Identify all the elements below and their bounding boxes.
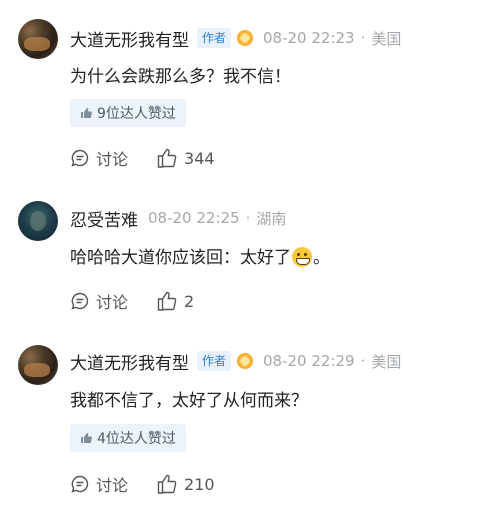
comment-text: 为什么会跌那么多？我不信！ xyxy=(70,67,291,87)
comment-text: 我都不信了，太好了从何而来？ xyxy=(70,391,308,411)
username[interactable]: 大道无形我有型 xyxy=(70,349,189,374)
grin-emoji-icon xyxy=(292,247,312,267)
like-count: 344 xyxy=(184,148,215,168)
avatar[interactable] xyxy=(18,201,58,241)
medal-icon xyxy=(237,30,254,46)
expert-likes-chip[interactable]: 4位达人赞过 xyxy=(70,424,186,452)
thumb-up-outline-icon xyxy=(157,291,177,311)
discuss-label: 讨论 xyxy=(96,293,129,312)
author-badge: 作者 xyxy=(197,351,232,371)
thumb-up-icon xyxy=(81,108,92,118)
discuss-button[interactable]: 讨论 xyxy=(70,146,128,170)
separator-dot: · xyxy=(360,29,366,47)
like-button[interactable]: 344 xyxy=(156,147,215,169)
discuss-label: 讨论 xyxy=(96,150,129,169)
comment-actions: 讨论 2 xyxy=(70,288,222,314)
comment-text: 哈哈哈大道你应该回：太好了 。 xyxy=(70,243,330,268)
comment-actions: 讨论 344 xyxy=(70,145,243,171)
location: 湖南 xyxy=(256,209,287,228)
comment-header: 大道无形我有型 作者 08-20 22:23 · 美国 xyxy=(70,26,402,51)
thumb-up-icon xyxy=(81,433,92,443)
thumb-up-outline-icon xyxy=(157,148,177,168)
comment-header: 大道无形我有型 作者 08-20 22:29 · 美国 xyxy=(70,349,402,374)
like-button[interactable]: 210 xyxy=(156,473,215,495)
separator-dot: · xyxy=(360,352,366,370)
username[interactable]: 忍受苦难 xyxy=(70,206,138,231)
comment-bubble-icon xyxy=(71,149,89,167)
author-badge: 作者 xyxy=(197,28,232,48)
medal-icon xyxy=(237,353,254,369)
comment-bubble-icon xyxy=(71,292,89,310)
discuss-button[interactable]: 讨论 xyxy=(70,289,128,313)
comment-text-end: 。 xyxy=(313,248,330,268)
like-count: 2 xyxy=(184,291,195,311)
comment-text-main: 哈哈哈大道你应该回：太好了 xyxy=(70,248,291,268)
timestamp: 08-20 22:23 xyxy=(263,29,355,47)
expert-likes-label: 4位达人赞过 xyxy=(97,431,176,447)
location: 美国 xyxy=(371,29,402,48)
like-count: 210 xyxy=(184,474,215,494)
timestamp: 08-20 22:29 xyxy=(263,352,355,370)
comment-header: 忍受苦难 08-20 22:25 · 湖南 xyxy=(70,206,287,231)
separator-dot: · xyxy=(245,209,251,227)
expert-likes-label: 9位达人赞过 xyxy=(97,106,176,122)
like-button[interactable]: 2 xyxy=(156,290,194,312)
location: 美国 xyxy=(371,352,402,371)
avatar[interactable] xyxy=(18,19,58,59)
comment-bubble-icon xyxy=(71,475,89,493)
discuss-button[interactable]: 讨论 xyxy=(70,472,128,496)
expert-likes-chip[interactable]: 9位达人赞过 xyxy=(70,99,186,127)
discuss-label: 讨论 xyxy=(96,476,129,495)
timestamp: 08-20 22:25 xyxy=(148,209,240,227)
username[interactable]: 大道无形我有型 xyxy=(70,26,189,51)
comment-actions: 讨论 210 xyxy=(70,471,243,497)
avatar[interactable] xyxy=(18,345,58,385)
thumb-up-outline-icon xyxy=(157,474,177,494)
